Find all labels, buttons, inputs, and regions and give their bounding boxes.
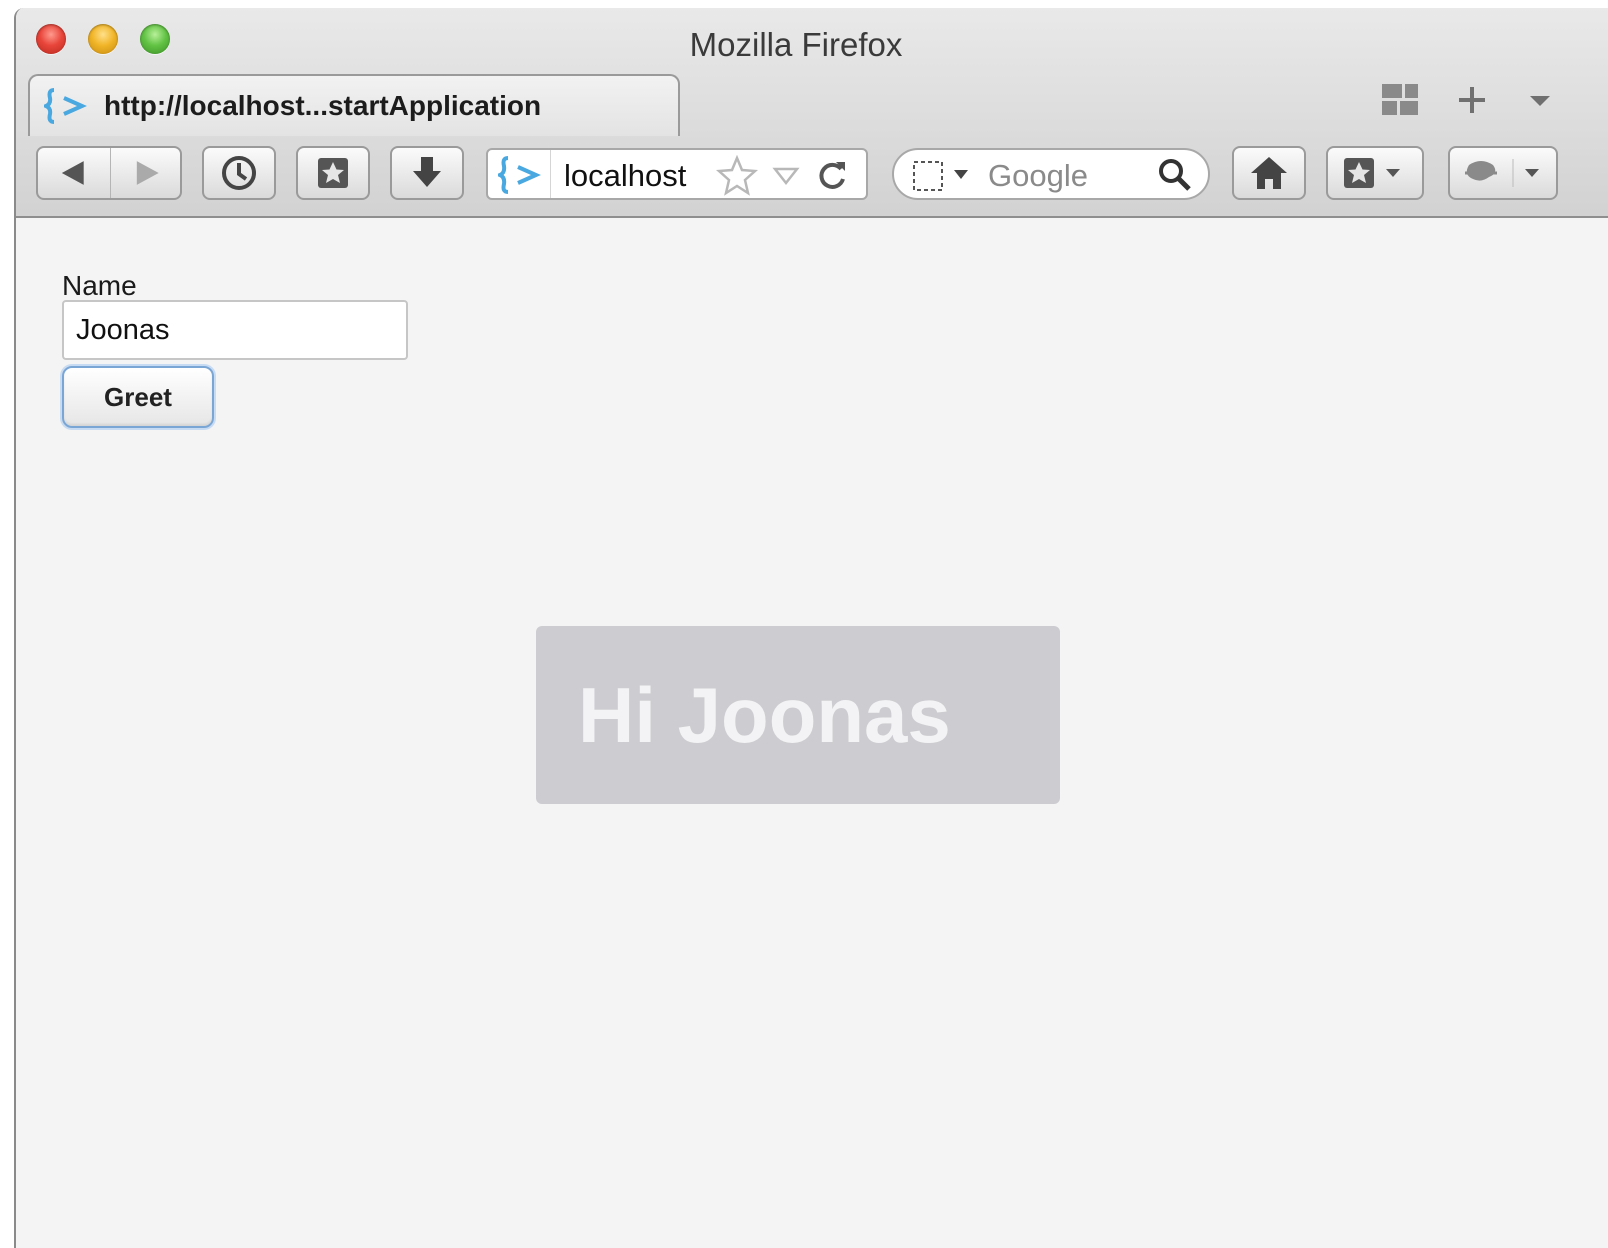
forward-icon[interactable] <box>111 148 181 198</box>
back-forward-group <box>36 146 182 200</box>
home-icon <box>1251 157 1287 189</box>
browser-chrome: Mozilla Firefox http://localhost...start… <box>16 8 1608 218</box>
star-icon[interactable] <box>716 155 758 197</box>
url-bar[interactable]: localhost <box>486 148 868 200</box>
name-label: Name <box>62 270 137 301</box>
url-text: localhost <box>564 158 687 193</box>
title-bar: Mozilla Firefox <box>16 8 1608 72</box>
app-favicon <box>44 88 87 124</box>
downloads-button[interactable] <box>390 146 464 200</box>
browser-window: Mozilla Firefox http://localhost...start… <box>14 8 1608 1248</box>
name-input[interactable] <box>62 300 408 360</box>
reload-icon[interactable] <box>814 158 850 194</box>
tab-groups-icon[interactable] <box>1380 80 1420 120</box>
greet-button[interactable]: Greet <box>62 366 214 428</box>
tab-list-icon[interactable] <box>1528 94 1552 108</box>
history-icon <box>222 156 256 190</box>
addon-icon <box>1465 159 1539 187</box>
downloads-icon <box>413 157 441 187</box>
back-icon[interactable] <box>38 148 111 198</box>
history-button[interactable] <box>202 146 276 200</box>
search-bar[interactable]: Google <box>892 148 1210 200</box>
tab-title: http://localhost...startApplication <box>104 90 542 121</box>
bookmark-menu-button[interactable] <box>1326 146 1424 200</box>
site-identity[interactable] <box>488 150 551 198</box>
bookmarks-icon <box>318 158 348 188</box>
home-button[interactable] <box>1232 146 1306 200</box>
search-placeholder: Google <box>988 158 1088 193</box>
search-engine-icon[interactable] <box>910 158 980 194</box>
notification-text: Hi Joonas <box>578 671 951 759</box>
greeting-notification[interactable]: Hi Joonas <box>536 626 1060 804</box>
page-content: Name Greet Hi Joonas <box>16 218 1608 1248</box>
bookmark-menu-icon <box>1344 158 1400 188</box>
bookmarks-button[interactable] <box>296 146 370 200</box>
dropmarker-icon[interactable] <box>772 166 800 186</box>
app-favicon <box>498 156 541 194</box>
active-tab[interactable]: http://localhost...startApplication <box>28 74 680 136</box>
new-tab-icon[interactable] <box>1456 84 1488 116</box>
window-title: Mozilla Firefox <box>689 26 903 63</box>
search-icon[interactable] <box>1156 156 1194 194</box>
navigation-toolbar: localhost Google <box>16 138 1608 216</box>
addon-button[interactable] <box>1448 146 1558 200</box>
